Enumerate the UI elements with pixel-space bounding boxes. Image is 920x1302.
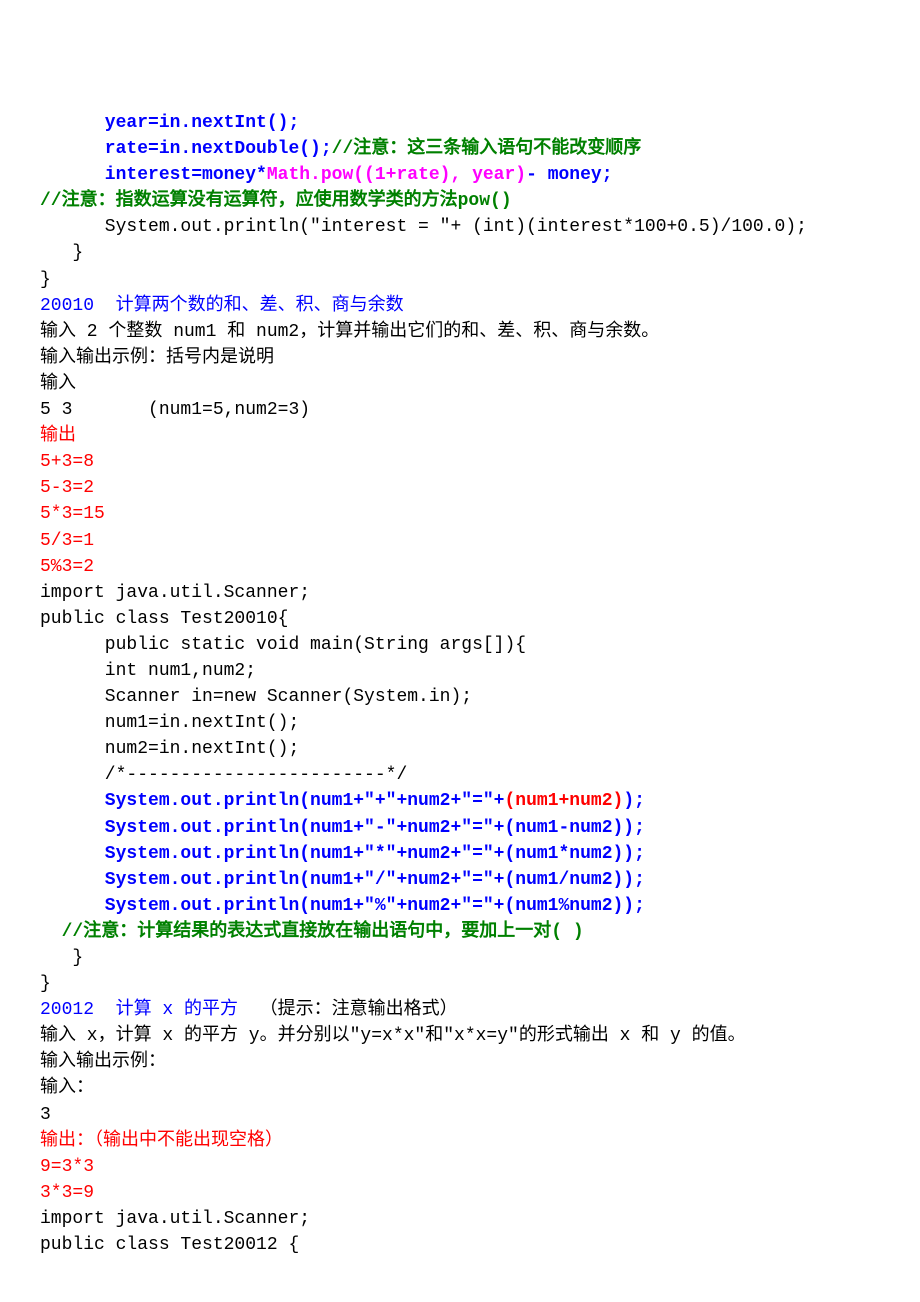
code-line: System.out.println(num1+"-"+num2+"="+(nu… bbox=[40, 818, 645, 838]
problem-title: 20012 计算 x 的平方 bbox=[40, 1000, 238, 1020]
output-value: 3*3=9 bbox=[40, 1183, 94, 1203]
output-label: 输出 bbox=[40, 426, 76, 446]
code-line: num2=in.nextInt(); bbox=[40, 736, 880, 762]
output-label: 输出：（输出中不能出现空格） bbox=[40, 1131, 283, 1151]
input-label: 输入： bbox=[40, 1075, 880, 1101]
code-line: } bbox=[40, 267, 880, 293]
code-line: (num1+num2) bbox=[504, 791, 623, 811]
code-line: Scanner in=new Scanner(System.in); bbox=[40, 684, 880, 710]
code-line: int num1,num2; bbox=[40, 658, 880, 684]
code-line: } bbox=[40, 240, 880, 266]
code-line: /*------------------------*/ bbox=[40, 762, 880, 788]
code-comment: pow() bbox=[458, 191, 512, 211]
code-line: public class Test20012 { bbox=[40, 1232, 880, 1258]
problem-hint: （提示：注意输出格式） bbox=[238, 1000, 458, 1020]
output-value: 5%3=2 bbox=[40, 557, 94, 577]
code-line: public class Test20010{ bbox=[40, 606, 880, 632]
code-line: System.out.println("interest = "+ (int)(… bbox=[40, 214, 880, 240]
output-value: 5-3=2 bbox=[40, 478, 94, 498]
io-label: 输入输出示例： bbox=[40, 1049, 880, 1075]
code-line: System.out.println(num1+"*"+num2+"="+(nu… bbox=[40, 844, 645, 864]
code-line: } bbox=[40, 945, 880, 971]
code-line: interest=money* bbox=[40, 165, 267, 185]
code-line: year=in.nextInt(); bbox=[40, 113, 299, 133]
output-value: 5+3=8 bbox=[40, 452, 94, 472]
code-comment: //注意：这三条输入语句不能改变顺序 bbox=[332, 139, 642, 159]
code-line: public static void main(String args[]){ bbox=[40, 632, 880, 658]
code-line: rate=in.nextDouble(); bbox=[40, 139, 332, 159]
input-label: 输入 bbox=[40, 371, 880, 397]
code-comment: ( ) bbox=[551, 922, 583, 942]
code-line: System.out.println(num1+"+"+num2+"="+ bbox=[40, 791, 504, 811]
code-line: System.out.println(num1+"%"+num2+"="+(nu… bbox=[40, 896, 645, 916]
input-value: 5 3 (num1=5,num2=3) bbox=[40, 397, 880, 423]
code-line: import java.util.Scanner; bbox=[40, 580, 880, 606]
problem-desc: 输入 2 个整数 num1 和 num2，计算并输出它们的和、差、积、商与余数。 bbox=[40, 319, 880, 345]
code-comment: //注意：指数运算没有运算符，应使用数学类的方法 bbox=[40, 191, 458, 211]
code-line: System.out.println(num1+"/"+num2+"="+(nu… bbox=[40, 870, 645, 890]
problem-title: 20010 计算两个数的和、差、积、商与余数 bbox=[40, 296, 404, 316]
output-value: 9=3*3 bbox=[40, 1157, 94, 1177]
problem-desc: 输入 x，计算 x 的平方 y。并分别以"y=x*x"和"x*x=y"的形式输出… bbox=[40, 1023, 880, 1049]
code-line: } bbox=[40, 971, 880, 997]
code-line: ); bbox=[623, 791, 645, 811]
output-value: 5/3=1 bbox=[40, 531, 94, 551]
code-comment: //注意：计算结果的表达式直接放在输出语句中，要加上一对 bbox=[40, 922, 551, 942]
input-value: 3 bbox=[40, 1102, 880, 1128]
code-line: Math.pow((1+rate), year) bbox=[267, 165, 526, 185]
code-line: import java.util.Scanner; bbox=[40, 1206, 880, 1232]
code-line: - money; bbox=[526, 165, 612, 185]
io-label: 输入输出示例：括号内是说明 bbox=[40, 345, 880, 371]
code-line: num1=in.nextInt(); bbox=[40, 710, 880, 736]
output-value: 5*3=15 bbox=[40, 504, 105, 524]
